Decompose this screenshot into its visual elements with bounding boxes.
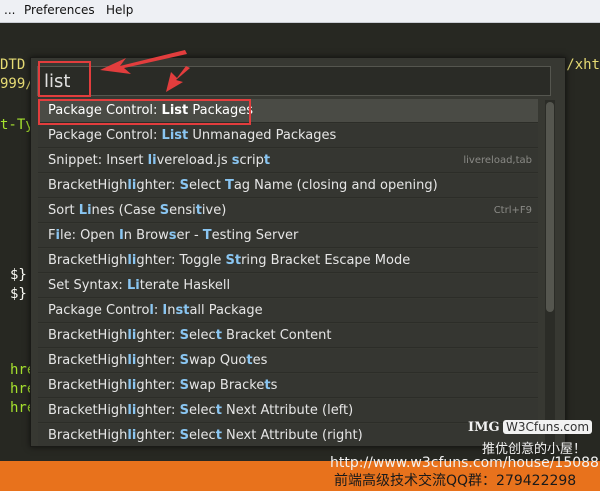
watermark-url: http://www.w3cfuns.com/house/15088 bbox=[330, 455, 599, 471]
annotation-arrow-search bbox=[100, 50, 187, 74]
annotation-arrow-result bbox=[166, 66, 190, 92]
annotation-arrows bbox=[100, 50, 190, 92]
watermark-img-label: IMG bbox=[468, 420, 500, 435]
watermark-qq-group: 前端高级技术交流QQ群：279422298 bbox=[334, 473, 577, 489]
watermark-site-badge: W3Cfuns.com bbox=[503, 420, 593, 434]
